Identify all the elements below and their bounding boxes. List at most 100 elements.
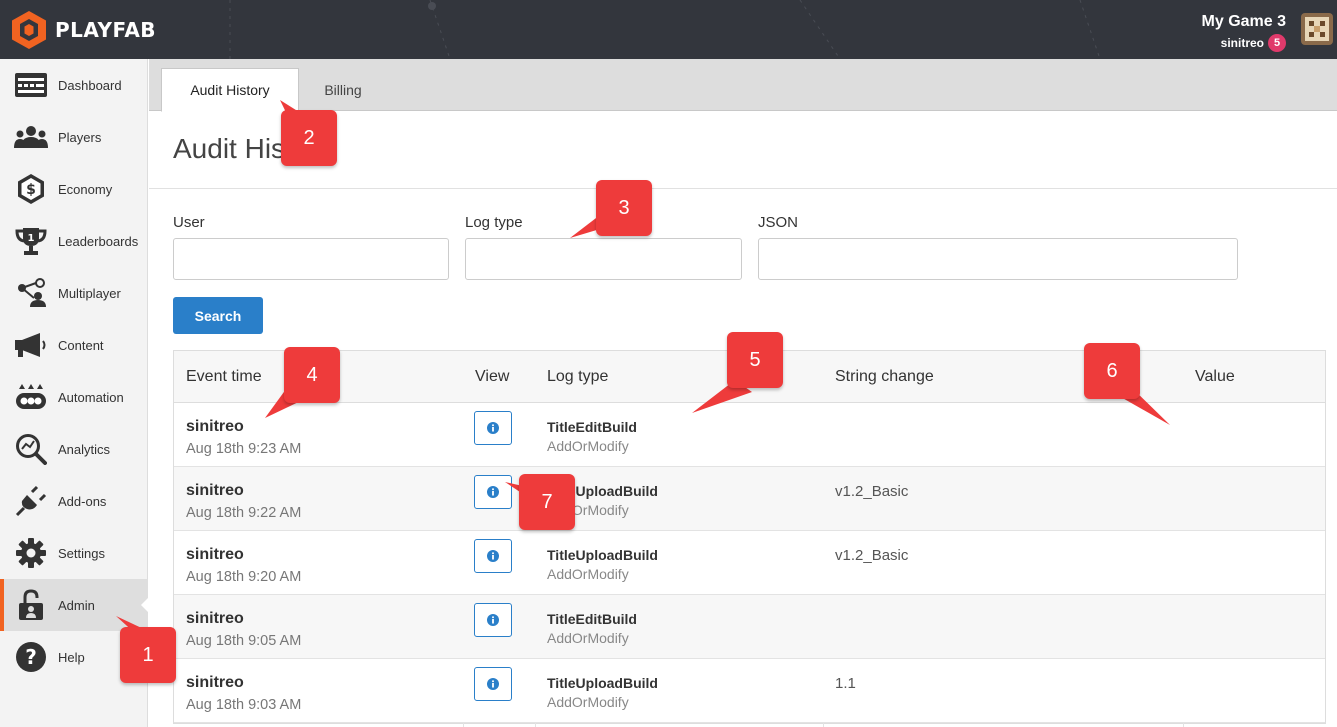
sidebar-item-content[interactable]: Content — [0, 319, 148, 371]
header-decoration — [229, 0, 1101, 59]
log-type-cell: TitleUploadBuild AddOrModify — [535, 659, 823, 723]
sidebar-item-analytics[interactable]: Analytics — [0, 423, 148, 475]
sidebar-item-automation[interactable]: Automation — [0, 371, 148, 423]
event-time-cell: sinitreo Aug 18th 9:20 AM — [174, 531, 463, 595]
log-type-cell: TitleUploadBuild AddOrModify — [535, 467, 823, 531]
log-type-input[interactable] — [465, 238, 742, 280]
top-bar: PLAYFAB My Game 3 sinitreo 5 — [0, 0, 1337, 59]
view-details-button[interactable] — [474, 411, 512, 445]
view-cell — [463, 595, 535, 659]
view-details-button[interactable] — [474, 667, 512, 701]
info-icon — [487, 678, 499, 690]
trophy-icon: 1 — [14, 224, 48, 258]
callout-6: 6 — [1084, 343, 1140, 399]
sidebar-item-label: Dashboard — [58, 77, 122, 93]
user-input[interactable] — [173, 238, 449, 280]
sidebar-item-label: Automation — [58, 389, 124, 405]
info-icon — [487, 614, 499, 626]
event-user: sinitreo — [186, 546, 244, 563]
string-change-cell — [823, 595, 1183, 659]
automation-icon — [14, 380, 48, 414]
callout-1: 1 — [120, 627, 176, 683]
lock-icon — [14, 588, 48, 622]
divider — [149, 188, 1337, 189]
event-user: sinitreo — [186, 610, 244, 627]
sidebar-item-players[interactable]: Players — [0, 111, 148, 163]
tab-billing[interactable]: Billing — [309, 68, 377, 112]
json-input[interactable] — [758, 238, 1238, 280]
event-time: Aug 18th 9:22 AM — [186, 505, 302, 521]
value-cell — [1183, 403, 1326, 467]
sidebar-item-label: Admin — [58, 597, 95, 613]
multiplayer-icon — [14, 276, 48, 310]
event-time: Aug 18th 9:05 AM — [186, 633, 302, 649]
username: sinitreo — [1220, 36, 1264, 50]
table-row: sinitreo Aug 18th 9:23 AM TitleEditBuild… — [174, 403, 1325, 467]
log-type-name: TitleEditBuild — [547, 419, 637, 435]
user-field-label: User — [173, 214, 205, 231]
callout-3: 3 — [596, 180, 652, 236]
event-time-cell: sinitreo Aug 18th 9:23 AM — [174, 403, 463, 467]
callout-7: 7 — [519, 474, 575, 530]
svg-text:?: ? — [25, 645, 37, 669]
log-operation: AddOrModify — [547, 630, 629, 646]
svg-text:$: $ — [26, 182, 36, 198]
sidebar-item-label: Economy — [58, 181, 113, 197]
view-details-button[interactable] — [474, 603, 512, 637]
avatar[interactable] — [1301, 13, 1333, 45]
sidebar-item-label: Multiplayer — [58, 285, 121, 301]
callout-2: 2 — [281, 110, 337, 166]
column-header-log-type[interactable]: Log type — [535, 351, 608, 403]
sidebar-item-multiplayer[interactable]: Multiplayer — [0, 267, 148, 319]
sidebar-item-admin[interactable]: Admin — [0, 579, 149, 631]
value-cell — [1183, 467, 1326, 531]
string-change-cell — [823, 403, 1183, 467]
column-header-value[interactable]: Value — [1183, 351, 1235, 403]
playfab-logo-icon — [12, 11, 46, 49]
event-user: sinitreo — [186, 418, 244, 435]
value-cell — [1183, 659, 1326, 723]
json-field-label: JSON — [758, 214, 799, 231]
event-time: Aug 18th 9:03 AM — [186, 697, 302, 713]
view-details-button[interactable] — [474, 475, 512, 509]
table-row: sinitreo Aug 18th 9:05 AM TitleEditBuild… — [174, 595, 1325, 659]
user-menu[interactable]: sinitreo 5 — [1221, 34, 1286, 52]
callout-4: 4 — [284, 347, 340, 403]
table-row: sinitreo Aug 18th 9:22 AM TitleUploadBui… — [174, 467, 1325, 531]
tab-audit-history[interactable]: Audit History — [161, 68, 299, 112]
view-details-button[interactable] — [474, 539, 512, 573]
string-change-cell: v1.2_Basic — [823, 531, 1183, 595]
view-cell — [463, 403, 535, 467]
brand-name: PLAYFAB — [55, 18, 157, 42]
column-header-string-change[interactable]: String change — [823, 351, 934, 403]
event-user: sinitreo — [186, 482, 244, 499]
playfab-logo[interactable]: PLAYFAB — [11, 10, 156, 50]
log-type-cell: TitleEditBuild AddOrModify — [535, 403, 823, 467]
string-change-value: v1.2_Basic — [835, 483, 909, 500]
log-type-cell: TitleEditBuild AddOrModify — [535, 595, 823, 659]
sidebar-item-economy[interactable]: $ Economy — [0, 163, 148, 215]
megaphone-icon — [14, 328, 48, 362]
string-change-value: 1.1 — [835, 675, 856, 692]
sidebar-item-leaderboards[interactable]: 1 Leaderboards — [0, 215, 148, 267]
value-cell — [1183, 595, 1326, 659]
sidebar-item-label: Leaderboards — [58, 233, 139, 249]
notification-badge[interactable]: 5 — [1268, 34, 1286, 52]
column-header-event-time[interactable]: Event time — [174, 351, 262, 403]
view-cell — [463, 659, 535, 723]
event-time-cell: sinitreo Aug 18th 9:05 AM — [174, 595, 463, 659]
info-icon — [487, 550, 499, 562]
info-icon — [487, 486, 499, 498]
log-operation: AddOrModify — [547, 566, 629, 582]
sidebar-item-label: Settings — [58, 545, 105, 561]
sidebar-item-settings[interactable]: Settings — [0, 527, 148, 579]
event-time-cell: sinitreo Aug 18th 9:03 AM — [174, 659, 463, 723]
search-button[interactable]: Search — [173, 297, 263, 334]
gear-icon — [14, 536, 48, 570]
analytics-icon — [14, 432, 48, 466]
sidebar-item-add-ons[interactable]: Add-ons — [0, 475, 148, 527]
event-time: Aug 18th 9:23 AM — [186, 441, 302, 457]
game-name[interactable]: My Game 3 — [1202, 13, 1286, 31]
sidebar-item-dashboard[interactable]: Dashboard — [0, 59, 148, 111]
event-user: sinitreo — [186, 674, 244, 691]
